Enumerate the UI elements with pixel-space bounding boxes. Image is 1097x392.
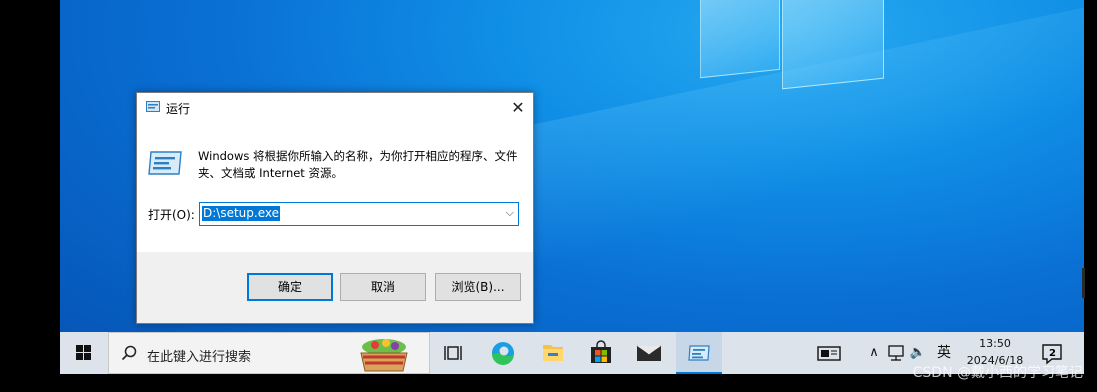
open-label: 打开(O): <box>148 208 195 222</box>
network-icon <box>888 345 904 361</box>
folder-icon <box>543 345 563 361</box>
run-taskbar-button[interactable] <box>676 332 722 374</box>
cancel-button[interactable]: 取消 <box>340 273 426 301</box>
run-dialog-titlebar[interactable]: 运行 ✕ <box>137 93 533 122</box>
task-view-icon <box>444 346 462 360</box>
search-placeholder: 在此键入进行搜索 <box>147 350 252 365</box>
notification-count-badge: 2 <box>1049 348 1056 359</box>
search-highlight-picnic-icon <box>360 339 408 372</box>
edge-icon <box>492 342 514 365</box>
run-icon <box>146 101 160 112</box>
open-combobox[interactable]: D:\setup.exe ⌵ <box>199 202 519 226</box>
run-dialog-body: Windows 将根据你所输入的名称，为你打开相应的程序、文件夹、文档或 Int… <box>137 122 533 252</box>
speaker-icon: 🔈 <box>909 345 927 360</box>
mail-taskbar-button[interactable] <box>626 332 672 374</box>
start-button[interactable] <box>60 332 106 374</box>
network-button[interactable] <box>886 332 906 374</box>
open-input-value[interactable]: D:\setup.exe <box>202 206 280 221</box>
mail-icon <box>636 345 662 361</box>
run-dialog: 运行 ✕ Windows 将根据你所输入的名称，为你打开相应的程序、文件夹、文档… <box>136 92 534 324</box>
screen-edge-marker <box>1082 268 1085 298</box>
monitor-icon <box>817 346 841 361</box>
chevron-up-icon: ∧ <box>869 345 879 360</box>
run-large-icon <box>148 151 182 175</box>
store-icon <box>591 340 611 363</box>
watermark-text: CSDN @戴小西的学习笔记 <box>912 365 1083 381</box>
browse-button[interactable]: 浏览(B)... <box>435 273 521 301</box>
file-explorer-taskbar-button[interactable] <box>530 332 576 374</box>
run-description: Windows 将根据你所输入的名称，为你打开相应的程序、文件夹、文档或 Int… <box>198 149 518 180</box>
chevron-down-icon[interactable]: ⌵ <box>506 206 514 220</box>
ok-button[interactable]: 确定 <box>247 273 333 301</box>
taskbar-search-box[interactable]: 在此键入进行搜索 <box>108 332 430 374</box>
search-icon <box>121 345 137 361</box>
desktop: 运行 ✕ Windows 将根据你所输入的名称，为你打开相应的程序、文件夹、文档… <box>60 0 1084 374</box>
active-app-indicator <box>676 372 722 374</box>
task-view-button[interactable] <box>436 332 470 374</box>
wallpaper-logo-pane-left <box>700 0 780 79</box>
show-hidden-icons-button[interactable]: ∧ <box>866 332 882 374</box>
clock-time: 13:50 <box>979 337 1011 350</box>
run-dialog-title: 运行 <box>166 102 191 116</box>
store-taskbar-button[interactable] <box>578 332 624 374</box>
edge-taskbar-button[interactable] <box>480 332 526 374</box>
taskbar-monitor-button[interactable] <box>814 332 844 374</box>
wallpaper-logo-pane-right <box>782 0 884 90</box>
windows-logo-icon <box>76 345 91 360</box>
run-icon <box>688 345 710 361</box>
close-icon: ✕ <box>511 98 525 117</box>
close-button[interactable]: ✕ <box>503 93 533 122</box>
